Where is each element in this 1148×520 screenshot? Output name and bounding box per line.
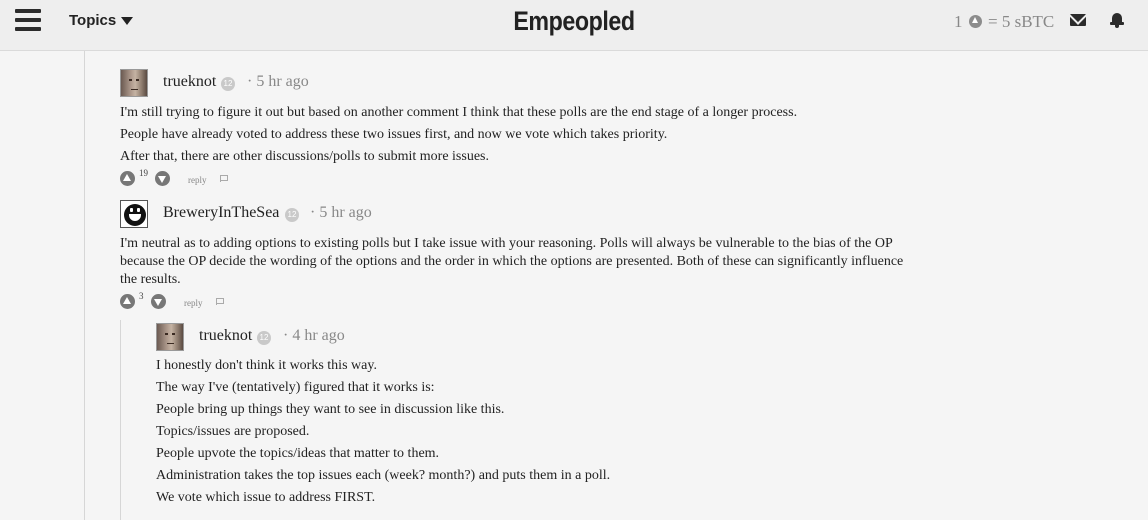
rate-right-value: = 5 sBTC	[988, 12, 1055, 31]
topics-dropdown[interactable]: Topics	[69, 12, 134, 29]
comment-body: I honestly don't think it works this way…	[156, 355, 610, 509]
comment-body: I'm still trying to figure it out but ba…	[120, 102, 797, 168]
bell-icon[interactable]	[1110, 12, 1124, 28]
comment-line: Topics/issues are proposed.	[156, 424, 310, 439]
rate-left-value: 1	[954, 12, 963, 31]
comment-time: · 5 hr ago	[310, 204, 372, 221]
upvote-token-icon	[968, 15, 982, 28]
thread-guide-line	[84, 40, 85, 520]
upvote-icon[interactable]	[120, 294, 135, 309]
comment-time: · 4 hr ago	[283, 327, 345, 344]
downvote-icon[interactable]	[155, 171, 170, 186]
comment-author[interactable]: BreweryInTheSea	[163, 204, 279, 222]
nested-thread-guide-line	[120, 320, 121, 520]
comment-line: People bring up things they want to see …	[156, 402, 505, 417]
comment-line: The way I've (tentatively) figured that …	[156, 380, 435, 395]
top-header: Topics Empeopled 1 = 5 sBTC	[0, 0, 1148, 51]
comment-time: · 5 hr ago	[247, 73, 309, 90]
comment-line: People have already voted to address the…	[120, 127, 668, 142]
comment-line: I'm still trying to figure it out but ba…	[120, 105, 798, 120]
avatar[interactable]	[120, 69, 148, 97]
mail-icon[interactable]	[1070, 14, 1086, 26]
reply-link[interactable]: reply	[188, 175, 207, 185]
topics-label: Topics	[69, 12, 117, 29]
upvote-icon[interactable]	[120, 171, 135, 186]
avatar[interactable]	[120, 200, 148, 228]
downvote-icon[interactable]	[151, 294, 166, 309]
level-badge: 12	[285, 208, 299, 222]
level-badge: 12	[221, 77, 235, 91]
avatar[interactable]	[156, 323, 184, 351]
comment-line: After that, there are other discussions/…	[120, 149, 489, 164]
caret-down-icon	[121, 17, 134, 26]
site-logo: Empeopled	[513, 6, 635, 36]
flag-icon[interactable]	[220, 175, 229, 182]
exchange-rate: 1 = 5 sBTC	[954, 12, 1054, 32]
flag-icon[interactable]	[216, 298, 225, 305]
vote-score: 3	[139, 291, 144, 301]
comment-line: We vote which issue to address FIRST.	[156, 490, 376, 505]
comment-author[interactable]: trueknot	[199, 327, 252, 345]
vote-score: 19	[139, 168, 148, 178]
comment-line: Administration takes the top issues each…	[156, 468, 611, 483]
comment-author[interactable]: trueknot	[163, 73, 216, 91]
comment-line: People upvote the topics/ideas that matt…	[156, 446, 440, 461]
comment-body: I'm neutral as to adding options to exis…	[120, 236, 904, 287]
level-badge: 12	[257, 331, 271, 345]
reply-link[interactable]: reply	[184, 298, 203, 308]
hamburger-menu-icon[interactable]	[15, 9, 41, 31]
comment-line: I honestly don't think it works this way…	[156, 358, 377, 373]
